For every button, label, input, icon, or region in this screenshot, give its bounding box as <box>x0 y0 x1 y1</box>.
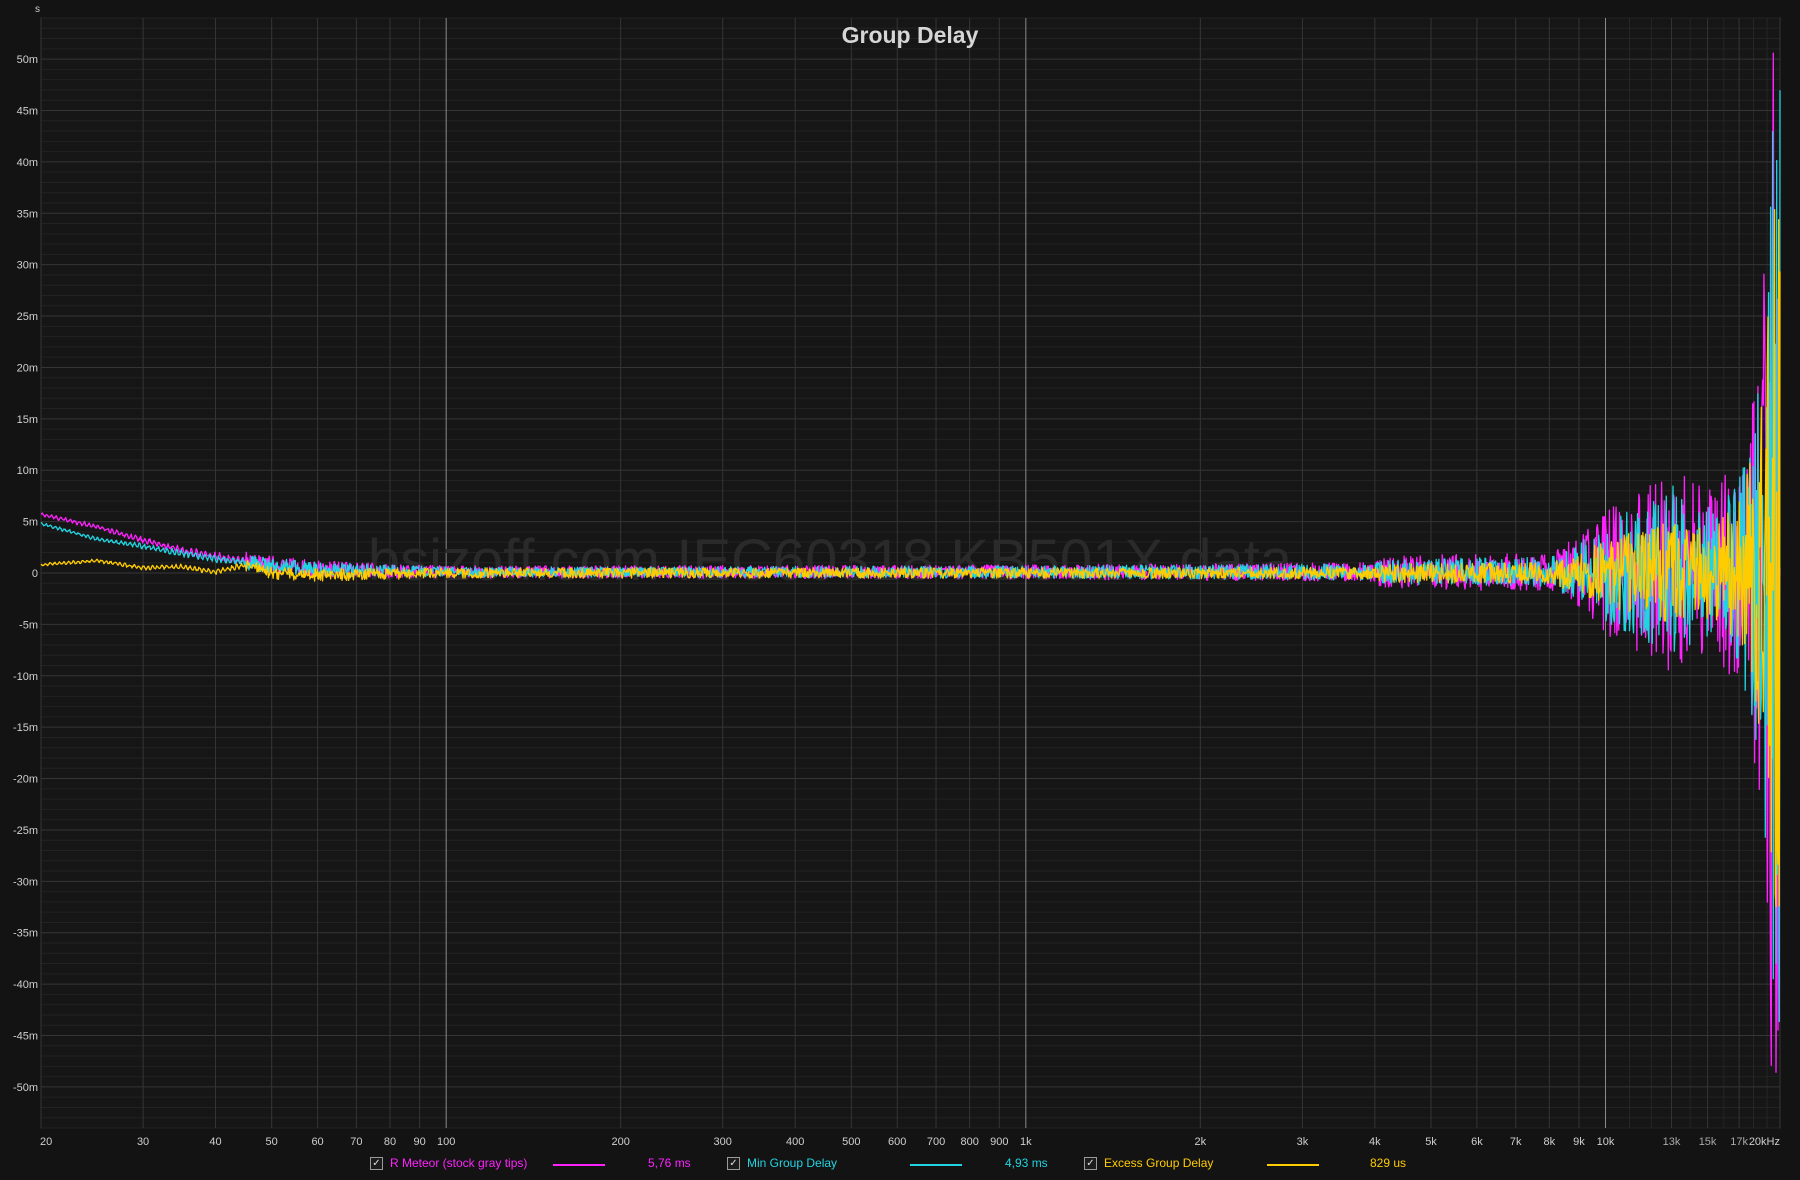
x-tick-label: 3k <box>1297 1136 1309 1148</box>
y-tick-label: 45m <box>17 106 38 118</box>
y-tick-label: 35m <box>17 208 38 220</box>
y-tick-label: 20m <box>17 362 38 374</box>
y-tick-label: -20m <box>13 774 38 786</box>
x-tick-label: 5k <box>1425 1136 1437 1148</box>
y-tick-label: -10m <box>13 671 38 683</box>
x-tick-label: 300 <box>714 1136 732 1148</box>
x-tick-label: 40 <box>209 1136 221 1148</box>
x-tick-label: 800 <box>960 1136 978 1148</box>
x-tick-label: 4k <box>1369 1136 1381 1148</box>
legend-checkbox-excess-group-delay[interactable]: ✓ <box>1084 1156 1097 1170</box>
group-delay-chart: bsizoff.com IEC60318 KB501X data 20 30 40 5… <box>0 0 1800 1180</box>
legend-item-r-meteor[interactable]: ✓ R Meteor (stock gray tips) <box>370 1156 527 1170</box>
x-tick-label: 700 <box>927 1136 945 1148</box>
legend-item-excess-group-delay[interactable]: ✓ Excess Group Delay <box>1084 1156 1213 1170</box>
x-tick-label: 1k <box>1020 1136 1032 1148</box>
chart-title: Group Delay <box>842 22 979 48</box>
x-tick-label: 9k <box>1573 1136 1585 1148</box>
x-tick-label: 80 <box>384 1136 396 1148</box>
y-unit-label: s <box>35 4 40 15</box>
y-tick-label: 50m <box>17 54 38 66</box>
legend-swatch-min-group-delay <box>910 1164 962 1166</box>
x-tick-label: 200 <box>611 1136 629 1148</box>
legend-value-min-group-delay: 4,93 ms <box>1005 1156 1048 1170</box>
y-tick-label: -35m <box>13 928 38 940</box>
x-tick-label: 8k <box>1544 1136 1556 1148</box>
y-tick-label: -15m <box>13 722 38 734</box>
watermark-text: bsizoff.com IEC60318 KB501X data <box>368 528 1293 593</box>
x-tick-label: 7k <box>1510 1136 1522 1148</box>
y-tick-label: 40m <box>17 157 38 169</box>
x-tick-label: 500 <box>842 1136 860 1148</box>
x-tick-label: 400 <box>786 1136 804 1148</box>
y-tick-label: 15m <box>17 414 38 426</box>
x-tick-label: 30 <box>137 1136 149 1148</box>
legend: ✓ R Meteor (stock gray tips) 5,76 ms ✓ M… <box>0 1152 1800 1178</box>
y-tick-label: -25m <box>13 825 38 837</box>
y-tick-label: 25m <box>17 311 38 323</box>
legend-value-excess-group-delay: 829 us <box>1370 1156 1407 1170</box>
x-tick-label: 10k <box>1597 1136 1615 1148</box>
y-tick-label: 30m <box>17 260 38 272</box>
x-tick-label: 20 <box>40 1136 52 1148</box>
y-tick-label: -40m <box>13 979 38 991</box>
y-tick-label: -50m <box>13 1082 38 1094</box>
legend-swatch-r-meteor <box>553 1164 605 1166</box>
x-tick-label: 900 <box>990 1136 1008 1148</box>
legend-swatch-excess-group-delay <box>1267 1164 1319 1166</box>
legend-label-r-meteor: R Meteor (stock gray tips) <box>390 1156 528 1170</box>
x-tick-label: 6k <box>1471 1136 1483 1148</box>
y-tick-label: -30m <box>13 876 38 888</box>
legend-label-min-group-delay: Min Group Delay <box>747 1156 838 1170</box>
legend-value-r-meteor: 5,76 ms <box>648 1156 691 1170</box>
y-tick-label: 5m <box>23 517 38 529</box>
x-tick-label: 13k <box>1663 1136 1681 1148</box>
x-tick-label: 20kHz <box>1749 1136 1780 1148</box>
x-tick-label: 90 <box>414 1136 426 1148</box>
y-tick-label: -5m <box>19 619 38 631</box>
x-tick-label: 600 <box>888 1136 906 1148</box>
x-tick-label: 17k <box>1730 1136 1748 1148</box>
x-tick-label: 50 <box>266 1136 278 1148</box>
y-tick-label: -45m <box>13 1031 38 1043</box>
x-tick-label: 70 <box>350 1136 362 1148</box>
x-tick-label: 2k <box>1195 1136 1207 1148</box>
y-tick-label: 10m <box>17 465 38 477</box>
x-tick-label: 60 <box>311 1136 323 1148</box>
legend-label-excess-group-delay: Excess Group Delay <box>1104 1156 1214 1170</box>
legend-checkbox-r-meteor[interactable]: ✓ <box>370 1156 383 1170</box>
legend-item-min-group-delay[interactable]: ✓ Min Group Delay <box>727 1156 837 1170</box>
legend-checkbox-min-group-delay[interactable]: ✓ <box>727 1156 740 1170</box>
x-tick-label: 15k <box>1699 1136 1717 1148</box>
y-tick-label: 0 <box>32 568 38 580</box>
x-tick-label: 100 <box>437 1136 455 1148</box>
